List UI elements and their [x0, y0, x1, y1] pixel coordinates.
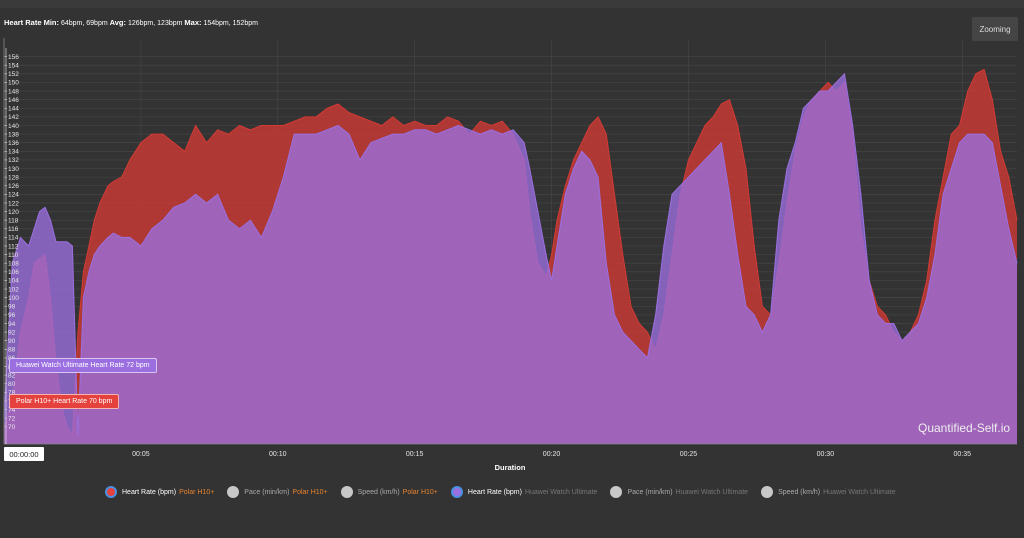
legend-swatch-icon: [761, 486, 774, 498]
legend-label: Heart Rate (bpm): [122, 488, 177, 496]
legend-swatch-icon: [340, 486, 353, 498]
y-tick-label: 148: [8, 88, 19, 95]
legend-item-polar-pace[interactable]: Pace (min/km) Polar H10+: [227, 486, 328, 498]
legend-swatch-icon: [105, 486, 117, 498]
y-tick-label: 132: [8, 157, 19, 164]
legend-item-polar-heart-rate[interactable]: Heart Rate (bpm) Polar H10+: [105, 486, 214, 498]
legend-device: Huawei Watch Ultimate: [675, 488, 749, 496]
y-tick-label: 126: [8, 183, 19, 190]
y-tick-label: 104: [8, 278, 19, 285]
y-tick-label: 140: [8, 123, 19, 130]
legend-item-huawei-heart-rate[interactable]: Heart Rate (bpm) Huawei Watch Ultimate: [450, 486, 598, 498]
y-tick-label: 96: [8, 312, 16, 319]
y-tick-label: 130: [8, 166, 19, 173]
x-tick-label: 00:15: [406, 451, 424, 458]
y-tick-label: 82: [8, 372, 16, 379]
legend-device: Polar H10+: [179, 488, 215, 496]
watermark: Quantified-Self.io: [918, 421, 1011, 435]
y-tick-label: 124: [8, 192, 19, 199]
chart-legend: Heart Rate (bpm) Polar H10+ Pace (min/km…: [105, 486, 909, 498]
y-tick-label: 156: [8, 54, 19, 61]
y-tick-label: 152: [8, 71, 19, 78]
cursor-time-label: 00:00:00: [4, 447, 44, 461]
legend-swatch-icon: [610, 486, 623, 498]
y-tick-label: 90: [8, 338, 16, 345]
legend-item-polar-speed[interactable]: Speed (km/h) Polar H10+: [340, 486, 438, 498]
legend-label: Speed (km/h): [778, 488, 821, 496]
y-tick-label: 88: [8, 347, 16, 354]
polar-tooltip: Polar H10+ Heart Rate 70 bpm: [9, 394, 120, 409]
legend-swatch-icon: [227, 486, 240, 498]
x-tick-label: 00:30: [817, 451, 835, 458]
y-tick-label: 94: [8, 321, 16, 328]
y-tick-label: 146: [8, 97, 19, 104]
legend-device: Polar H10+: [402, 488, 438, 496]
x-tick-label: 00:10: [269, 451, 287, 458]
y-tick-label: 100: [8, 295, 19, 302]
y-tick-label: 106: [8, 269, 19, 276]
y-tick-label: 110: [8, 252, 19, 259]
y-tick-label: 72: [8, 415, 16, 422]
legend-label: Heart Rate (bpm): [467, 488, 522, 496]
y-tick-label: 114: [8, 235, 19, 242]
legend-swatch-icon: [450, 486, 463, 498]
legend-label: Pace (min/km): [244, 488, 290, 496]
y-tick-label: 80: [8, 381, 16, 388]
y-tick-label: 122: [8, 200, 19, 207]
y-tick-label: 142: [8, 114, 19, 121]
y-tick-label: 154: [8, 63, 19, 70]
x-tick-label: 00:35: [953, 451, 971, 458]
x-tick-label: 00:05: [132, 451, 150, 458]
y-tick-label: 118: [8, 217, 19, 224]
y-tick-label: 136: [8, 140, 19, 147]
y-tick-label: 150: [8, 80, 19, 87]
y-tick-label: 144: [8, 106, 19, 113]
legend-label: Speed (km/h): [357, 488, 400, 496]
x-tick-label: 00:25: [680, 451, 698, 458]
y-tick-label: 138: [8, 131, 19, 138]
y-tick-label: 134: [8, 149, 19, 156]
legend-device: Huawei Watch Ultimate: [524, 488, 598, 496]
y-tick-label: 108: [8, 261, 19, 268]
y-tick-label: 112: [8, 243, 19, 250]
y-tick-label: 70: [8, 424, 16, 431]
y-tick-label: 120: [8, 209, 19, 216]
legend-device: Huawei Watch Ultimate: [823, 488, 896, 496]
y-tick-label: 98: [8, 304, 16, 311]
y-tick-label: 92: [8, 329, 16, 336]
x-tick-label: 00:20: [543, 451, 561, 458]
huawei-tooltip: Huawei Watch Ultimate Heart Rate 72 bpm: [9, 358, 157, 373]
y-tick-label: 102: [8, 286, 19, 293]
legend-label: Pace (min/km): [627, 488, 673, 496]
legend-item-huawei-speed[interactable]: Speed (km/h) Huawei Watch Ultimate: [761, 486, 896, 498]
series-area-huawei: [4, 73, 1017, 445]
y-tick-label: 128: [8, 174, 19, 181]
legend-item-huawei-pace[interactable]: Pace (min/km) Huawei Watch Ultimate: [610, 486, 748, 498]
y-tick-label: 116: [8, 226, 19, 233]
heart-rate-chart[interactable]: 7072747678808284868890929496981001021041…: [0, 0, 1024, 470]
x-axis-title: Duration: [494, 463, 526, 472]
legend-device: Polar H10+: [292, 488, 328, 496]
